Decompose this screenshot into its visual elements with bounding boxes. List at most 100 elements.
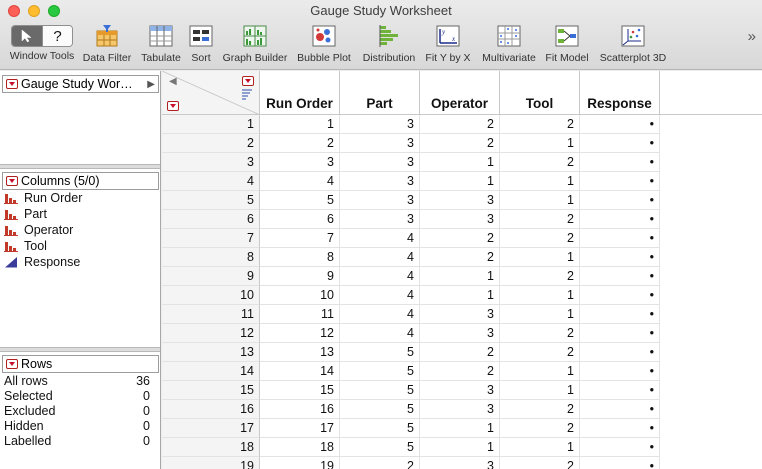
row-number[interactable]: 12: [162, 324, 260, 343]
table-cell-run-order[interactable]: 5: [260, 191, 340, 210]
columns-panel-header[interactable]: Columns (5/0): [2, 172, 159, 190]
table-cell-operator[interactable]: 1: [420, 267, 500, 286]
row-number[interactable]: 6: [162, 210, 260, 229]
table-cell-part[interactable]: 3: [340, 115, 420, 134]
sort-button[interactable]: Sort: [186, 22, 216, 66]
table-cell-response[interactable]: •: [580, 229, 660, 248]
tabulate-button[interactable]: Tabulate: [138, 22, 184, 66]
table-cell-run-order[interactable]: 15: [260, 381, 340, 400]
table-cell-response[interactable]: •: [580, 343, 660, 362]
row-number[interactable]: 16: [162, 400, 260, 419]
table-cell-response[interactable]: •: [580, 248, 660, 267]
distribution-button[interactable]: Distribution: [358, 22, 420, 66]
table-cell-response[interactable]: •: [580, 400, 660, 419]
red-triangle-menu-icon[interactable]: [6, 176, 18, 186]
bubble-plot-button[interactable]: Bubble Plot: [294, 22, 354, 66]
table-cell-tool[interactable]: 2: [500, 419, 580, 438]
table-cell-part[interactable]: 5: [340, 438, 420, 457]
table-cell-tool[interactable]: 2: [500, 210, 580, 229]
table-cell-response[interactable]: •: [580, 381, 660, 400]
column-header-operator[interactable]: Operator: [420, 71, 500, 115]
table-cell-tool[interactable]: 2: [500, 324, 580, 343]
table-cell-tool[interactable]: 1: [500, 248, 580, 267]
row-number[interactable]: 5: [162, 191, 260, 210]
table-cell-response[interactable]: •: [580, 134, 660, 153]
table-cell-tool[interactable]: 1: [500, 362, 580, 381]
column-header-run-order[interactable]: Run Order: [260, 71, 340, 115]
table-cell-operator[interactable]: 1: [420, 419, 500, 438]
table-cell-run-order[interactable]: 12: [260, 324, 340, 343]
help-tool-button[interactable]: ?: [42, 26, 72, 46]
table-cell-run-order[interactable]: 10: [260, 286, 340, 305]
table-cell-run-order[interactable]: 8: [260, 248, 340, 267]
table-cell-part[interactable]: 5: [340, 343, 420, 362]
table-cell-part[interactable]: 5: [340, 419, 420, 438]
table-cell-operator[interactable]: 2: [420, 248, 500, 267]
fit-y-by-x-button[interactable]: yx Fit Y by X: [422, 22, 474, 66]
table-cell-part[interactable]: 3: [340, 134, 420, 153]
fit-model-button[interactable]: Fit Model: [542, 22, 592, 66]
table-panel-header[interactable]: Gauge Study Wor… ▶: [2, 75, 159, 93]
table-cell-operator[interactable]: 1: [420, 153, 500, 172]
graph-builder-button[interactable]: Graph Builder: [220, 22, 290, 66]
column-item-run-order[interactable]: Run Order: [4, 190, 82, 206]
column-item-response[interactable]: Response: [4, 254, 80, 270]
column-item-operator[interactable]: Operator: [4, 222, 73, 238]
table-cell-part[interactable]: 4: [340, 324, 420, 343]
table-cell-operator[interactable]: 3: [420, 381, 500, 400]
column-header-part[interactable]: Part: [340, 71, 420, 115]
row-number[interactable]: 13: [162, 343, 260, 362]
row-number[interactable]: 8: [162, 248, 260, 267]
rows-red-triangle-icon[interactable]: [167, 101, 179, 111]
table-cell-operator[interactable]: 3: [420, 191, 500, 210]
table-cell-run-order[interactable]: 7: [260, 229, 340, 248]
table-cell-operator[interactable]: 2: [420, 229, 500, 248]
table-cell-response[interactable]: •: [580, 362, 660, 381]
row-number[interactable]: 1: [162, 115, 260, 134]
table-cell-response[interactable]: •: [580, 324, 660, 343]
table-cell-tool[interactable]: 1: [500, 286, 580, 305]
panel-divider[interactable]: [0, 347, 160, 352]
row-number[interactable]: 7: [162, 229, 260, 248]
table-cell-response[interactable]: •: [580, 438, 660, 457]
table-cell-operator[interactable]: 3: [420, 305, 500, 324]
table-cell-response[interactable]: •: [580, 153, 660, 172]
table-cell-operator[interactable]: 2: [420, 115, 500, 134]
column-item-tool[interactable]: Tool: [4, 238, 47, 254]
red-triangle-menu-icon[interactable]: [6, 359, 18, 369]
arrow-tool-button[interactable]: [12, 26, 42, 46]
table-cell-run-order[interactable]: 19: [260, 457, 340, 469]
table-cell-run-order[interactable]: 17: [260, 419, 340, 438]
row-number[interactable]: 19: [162, 457, 260, 469]
table-cell-run-order[interactable]: 2: [260, 134, 340, 153]
table-cell-response[interactable]: •: [580, 267, 660, 286]
table-cell-run-order[interactable]: 1: [260, 115, 340, 134]
sort-lines-icon[interactable]: [242, 88, 252, 100]
row-number[interactable]: 11: [162, 305, 260, 324]
table-cell-part[interactable]: 4: [340, 286, 420, 305]
table-cell-tool[interactable]: 1: [500, 305, 580, 324]
table-cell-part[interactable]: 5: [340, 400, 420, 419]
rows-panel-header[interactable]: Rows: [2, 355, 159, 373]
table-cell-tool[interactable]: 1: [500, 381, 580, 400]
table-cell-part[interactable]: 5: [340, 381, 420, 400]
row-number[interactable]: 9: [162, 267, 260, 286]
red-triangle-menu-icon[interactable]: [6, 79, 18, 89]
table-cell-part[interactable]: 4: [340, 248, 420, 267]
multivariate-button[interactable]: Multivariate: [478, 22, 540, 66]
table-cell-run-order[interactable]: 16: [260, 400, 340, 419]
table-cell-tool[interactable]: 1: [500, 438, 580, 457]
table-cell-part[interactable]: 5: [340, 362, 420, 381]
table-cell-part[interactable]: 4: [340, 305, 420, 324]
scatterplot-3d-button[interactable]: Scatterplot 3D: [596, 22, 670, 66]
column-header-tool[interactable]: Tool: [500, 71, 580, 115]
table-cell-response[interactable]: •: [580, 419, 660, 438]
table-cell-operator[interactable]: 1: [420, 286, 500, 305]
panel-divider[interactable]: [0, 164, 160, 169]
collapse-left-icon[interactable]: ◀: [169, 76, 177, 87]
table-cell-tool[interactable]: 1: [500, 191, 580, 210]
table-cell-run-order[interactable]: 6: [260, 210, 340, 229]
toolbar-overflow-button[interactable]: »: [748, 28, 756, 45]
table-cell-tool[interactable]: 2: [500, 343, 580, 362]
row-number[interactable]: 3: [162, 153, 260, 172]
